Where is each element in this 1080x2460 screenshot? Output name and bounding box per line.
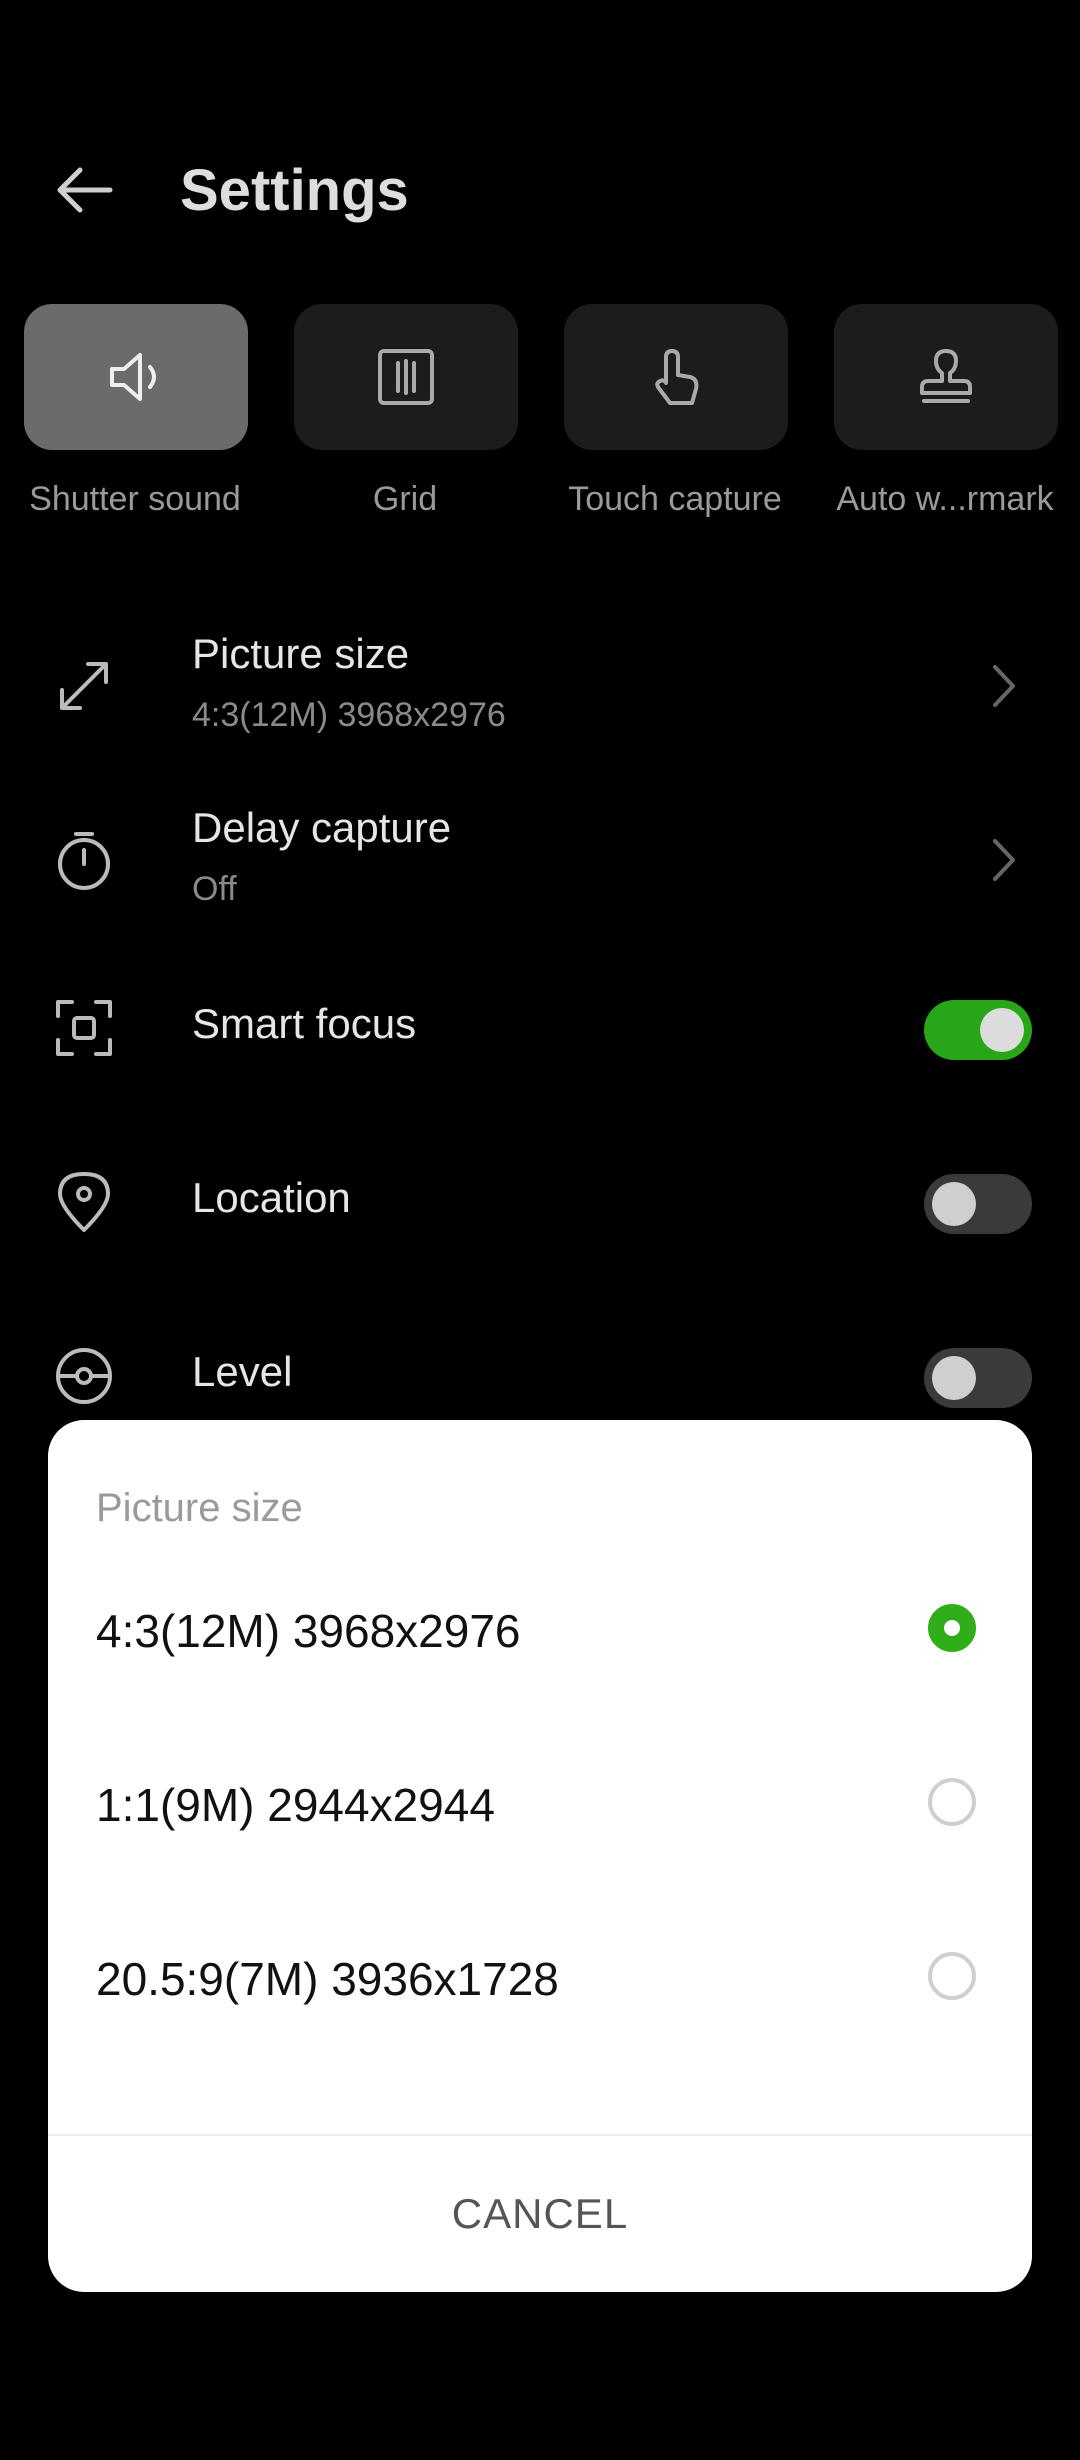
grid-icon [378,349,434,405]
picture-size-value: 4:3(12M) 3968x2976 [192,696,506,734]
setting-smart-focus[interactable]: Smart focus [0,948,1080,1120]
shutter-sound-button[interactable] [24,304,248,450]
auto-watermark-button[interactable] [834,304,1058,450]
level-label: Level [192,1348,293,1395]
picture-size-option[interactable]: 1:1(9M) 2944x2944 [48,1718,1032,1892]
smart-focus-label: Smart focus [192,1000,417,1047]
location-label: Location [192,1174,351,1221]
delay-capture-value: Off [192,870,237,908]
radio-button[interactable] [928,1604,976,1652]
picture-size-label: Picture size [192,630,410,677]
level-toggle[interactable] [924,1348,1032,1408]
arrow-left-icon [57,167,113,213]
speaker-icon [110,353,156,401]
touch-capture-button[interactable] [564,304,788,450]
option-label: 1:1(9M) 2944x2944 [96,1779,495,1831]
picture-size-option[interactable]: 20.5:9(7M) 3936x1728 [48,1892,1032,2066]
location-toggle[interactable] [924,1174,1032,1234]
level-icon [48,1340,120,1412]
touch-capture-label: Touch capture [568,480,782,518]
resize-icon [48,650,120,722]
toggle-knob [932,1356,976,1400]
back-button[interactable] [44,150,124,230]
shutter-sound-label: Shutter sound [29,480,241,518]
dialog-title: Picture size [96,1486,303,1530]
touch-icon [655,349,699,405]
option-label: 4:3(12M) 3968x2976 [96,1605,521,1657]
radio-button[interactable] [928,1952,976,2000]
stamp-icon [920,349,972,403]
chevron-right-icon [984,656,1024,716]
grid-button[interactable] [294,304,518,450]
smart-focus-toggle[interactable] [924,1000,1032,1060]
picture-size-option[interactable]: 4:3(12M) 3968x2976 [48,1544,1032,1718]
setting-picture-size[interactable]: Picture size 4:3(12M) 3968x2976 [0,600,1080,772]
location-pin-icon [48,1166,120,1238]
setting-location[interactable]: Location [0,1122,1080,1294]
cancel-button[interactable]: CANCEL [48,2136,1032,2292]
timer-icon [48,824,120,896]
option-label: 20.5:9(7M) 3936x1728 [96,1953,559,2005]
toggle-knob [932,1182,976,1226]
grid-label: Grid [372,480,438,518]
focus-icon [48,992,120,1064]
quick-settings-row: Shutter sound Grid Touch capture Auto w.… [0,304,1080,544]
toggle-knob [980,1008,1024,1052]
page-title: Settings [180,158,409,223]
radio-button[interactable] [928,1778,976,1826]
top-bar: Settings [0,0,1080,300]
setting-delay-capture[interactable]: Delay capture Off [0,774,1080,946]
auto-watermark-label: Auto w...rmark [836,480,1054,518]
chevron-right-icon [984,830,1024,890]
picture-size-dialog: Picture size 4:3(12M) 3968x2976 1:1(9M) … [48,1420,1032,2292]
delay-capture-label: Delay capture [192,804,452,851]
